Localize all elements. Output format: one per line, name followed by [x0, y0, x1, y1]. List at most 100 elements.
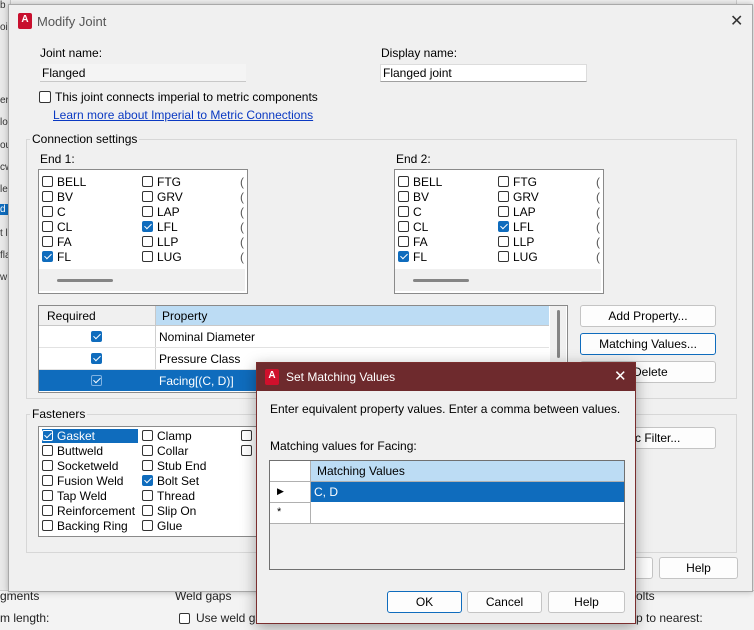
- add-property-button[interactable]: Add Property...: [580, 305, 716, 327]
- fastener-item-collar[interactable]: Collar: [142, 444, 188, 458]
- end1-item-lap[interactable]: LAP: [142, 205, 180, 219]
- matching-values-button[interactable]: Matching Values...: [580, 333, 716, 355]
- close-icon[interactable]: ✕: [614, 367, 627, 385]
- checkbox-icon: [42, 191, 53, 202]
- scrollbar-thumb[interactable]: [57, 279, 113, 282]
- end2-item-bv[interactable]: BV: [398, 190, 429, 204]
- end2-item-lap[interactable]: LAP: [498, 205, 536, 219]
- end2-clipped-item: (: [596, 205, 600, 219]
- fastener-label: Slip On: [157, 504, 197, 518]
- end2-scrollbar[interactable]: [395, 269, 601, 291]
- end2-item-label: FL: [413, 250, 428, 264]
- end1-item-llp[interactable]: LLP: [142, 235, 178, 249]
- fastener-item-stub-end[interactable]: Stub End: [142, 459, 206, 473]
- required-checkbox[interactable]: [91, 353, 102, 364]
- matching-value-new-row[interactable]: [311, 503, 624, 524]
- fasteners-listbox[interactable]: Gasket Buttweld Socketweld Fusion Weld T…: [38, 426, 264, 537]
- end1-item-fa[interactable]: FA: [42, 235, 72, 249]
- fastener-item-reinforcement[interactable]: Reinforcement R: [42, 504, 139, 518]
- end1-item-bell[interactable]: BELL: [42, 175, 86, 189]
- end1-item-cl[interactable]: CL: [42, 220, 72, 234]
- dialog-title: Modify Joint: [37, 14, 107, 29]
- fastener-item-backing-ring[interactable]: Backing Ring: [42, 519, 128, 533]
- end2-item-c[interactable]: C: [398, 205, 422, 219]
- end2-item-ftg[interactable]: FTG: [498, 175, 537, 189]
- fastener-item-thread[interactable]: Thread: [142, 489, 195, 503]
- grid-corner: [270, 461, 311, 482]
- end1-listbox[interactable]: BELL BV C CL FA FL FTG GRV LAP LFL LLP L…: [38, 169, 248, 294]
- end1-item-lfl[interactable]: LFL: [142, 220, 178, 234]
- learn-more-link[interactable]: Learn more about Imperial to Metric Conn…: [53, 108, 313, 122]
- fastener-item-fusion-weld[interactable]: Fusion Weld: [42, 474, 123, 488]
- fastener-label: Glue: [157, 519, 183, 533]
- fastener-item-buttweld[interactable]: Buttweld: [42, 444, 103, 458]
- grid-header-required[interactable]: Required: [39, 306, 156, 326]
- imperial-metric-checkbox[interactable]: [39, 91, 51, 103]
- fastener-clipped-item[interactable]: [241, 429, 256, 443]
- end2-item-fl[interactable]: FL: [398, 250, 427, 264]
- end1-item-bv[interactable]: BV: [42, 190, 73, 204]
- checkbox-icon: [142, 176, 153, 187]
- bg-checkbox[interactable]: [179, 613, 190, 624]
- close-icon[interactable]: ✕: [730, 11, 743, 31]
- fastener-label: Gasket: [57, 429, 96, 443]
- scrollbar-thumb[interactable]: [413, 279, 469, 282]
- checkbox-icon: [241, 445, 252, 456]
- end1-item-c[interactable]: C: [42, 205, 66, 219]
- cancel-button[interactable]: Cancel: [467, 591, 542, 613]
- grid-header-label: Required: [47, 309, 96, 323]
- end2-item-llp[interactable]: LLP: [498, 235, 534, 249]
- grid-header-property[interactable]: Property: [156, 306, 549, 326]
- fastener-item-socketweld[interactable]: Socketweld: [42, 459, 118, 473]
- fastener-item-glue[interactable]: Glue: [142, 519, 182, 533]
- end2-listbox[interactable]: BELL BV C CL FA FL FTG GRV LAP LFL LLP L…: [394, 169, 604, 294]
- checkbox-icon: [42, 176, 53, 187]
- fastener-item-tap-weld[interactable]: Tap Weld: [42, 489, 107, 503]
- end1-item-grv[interactable]: GRV: [142, 190, 183, 204]
- checkbox-icon: [142, 445, 153, 456]
- required-checkbox[interactable]: [91, 331, 102, 342]
- checkbox-icon: [498, 236, 509, 247]
- matching-values-label: Matching values for Facing:: [270, 439, 417, 453]
- matching-values-grid[interactable]: Matching Values ▶ C, D *: [269, 460, 625, 570]
- row-header[interactable]: ▶: [270, 482, 311, 503]
- end2-clipped-item: (: [596, 235, 600, 249]
- ok-button[interactable]: OK: [387, 591, 462, 613]
- end2-item-fa[interactable]: FA: [398, 235, 428, 249]
- fastener-label: Reinforcement R: [57, 504, 139, 518]
- scrollbar-thumb[interactable]: [557, 310, 560, 358]
- matching-value-row[interactable]: C, D: [311, 482, 624, 502]
- end2-item-lug[interactable]: LUG: [498, 250, 538, 264]
- fastener-item-slip-on[interactable]: Slip On: [142, 504, 196, 518]
- end1-item-label: BV: [57, 190, 74, 204]
- end1-item-ftg[interactable]: FTG: [142, 175, 181, 189]
- fastener-item-clamp[interactable]: Clamp: [142, 429, 192, 443]
- help-button[interactable]: Help: [548, 591, 625, 613]
- end1-item-fl[interactable]: FL: [42, 250, 71, 264]
- display-name-field[interactable]: [380, 64, 587, 82]
- checkbox-icon: [42, 520, 53, 531]
- checkbox-icon: [398, 236, 409, 247]
- filter-button-label: c Filter...: [635, 431, 681, 445]
- end1-clipped-item: (: [240, 175, 244, 189]
- required-checkbox[interactable]: [91, 375, 102, 386]
- help-button[interactable]: Help: [659, 557, 738, 579]
- table-row[interactable]: Nominal Diameter: [39, 326, 549, 348]
- fastener-item-bolt-set[interactable]: Bolt Set: [142, 474, 199, 488]
- end1-scrollbar[interactable]: [39, 269, 245, 291]
- grid-header-label: Property: [162, 309, 208, 323]
- end1-item-label: FTG: [157, 175, 181, 189]
- joint-name-field[interactable]: [40, 64, 246, 82]
- end1-clipped-item: (: [240, 205, 244, 219]
- end2-item-bell[interactable]: BELL: [398, 175, 442, 189]
- matching-values-column-header[interactable]: Matching Values: [311, 461, 624, 482]
- row-header[interactable]: *: [270, 503, 311, 524]
- end1-item-lug[interactable]: LUG: [142, 250, 182, 264]
- fastener-item-gasket[interactable]: Gasket: [42, 429, 138, 443]
- end2-item-cl[interactable]: CL: [398, 220, 428, 234]
- end2-item-lfl[interactable]: LFL: [498, 220, 534, 234]
- end1-item-label: LFL: [157, 220, 178, 234]
- end2-item-grv[interactable]: GRV: [498, 190, 539, 204]
- fastener-clipped-item[interactable]: [241, 444, 256, 458]
- checkbox-checked-icon: [142, 221, 153, 232]
